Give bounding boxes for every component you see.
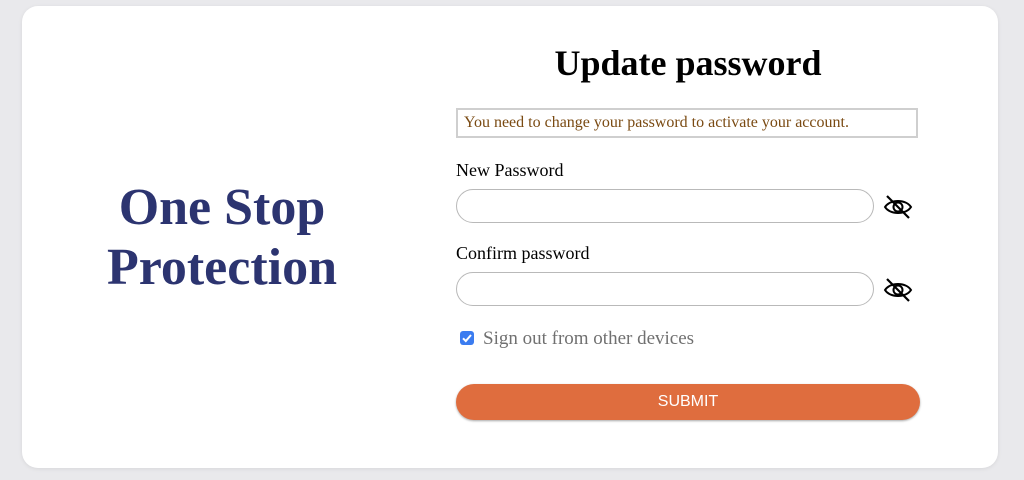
brand-line-2: Protection (106, 239, 338, 296)
submit-button[interactable]: SUBMIT (456, 384, 920, 420)
brand-line-1: One Stop (118, 179, 326, 236)
page-title: Update password (554, 43, 822, 83)
checkmark-icon (462, 334, 472, 343)
new-password-input[interactable] (456, 189, 874, 223)
eye-slash-icon[interactable] (882, 191, 914, 223)
signout-checkbox[interactable] (460, 331, 474, 345)
confirm-password-label: Confirm password (456, 243, 590, 263)
activation-alert: You need to change your password to acti… (456, 108, 918, 138)
eye-slash-icon[interactable] (882, 274, 914, 306)
new-password-label: New Password (456, 160, 564, 180)
update-password-card: One Stop Protection Update password You … (22, 6, 998, 468)
brand-title: One Stop Protection (92, 178, 352, 298)
signout-label[interactable]: Sign out from other devices (483, 328, 694, 350)
confirm-password-input[interactable] (456, 272, 874, 306)
